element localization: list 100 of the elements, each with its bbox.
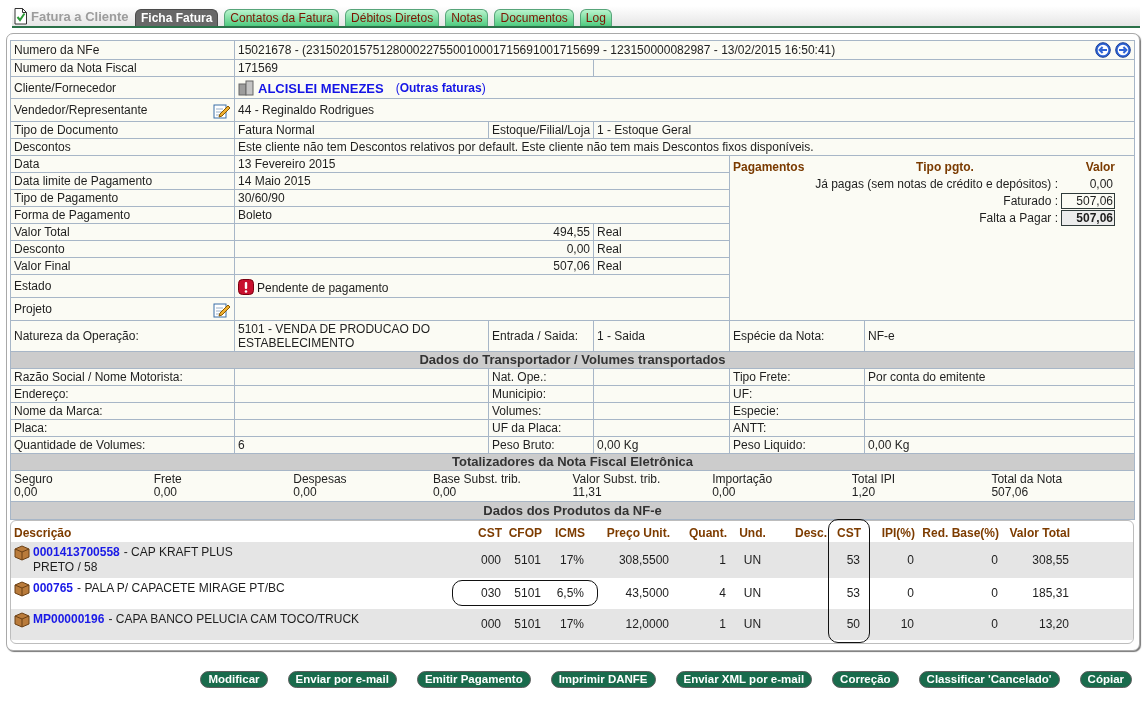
total-value: 0,00 bbox=[293, 486, 317, 499]
field-label: Entrada / Saida: bbox=[488, 320, 594, 352]
payment-value: 0,00 bbox=[1088, 176, 1114, 192]
field-label: Vendedor/Representante bbox=[14, 103, 148, 117]
action-button[interactable]: Imprimir DANFE bbox=[550, 671, 656, 688]
total-value: 0,00 bbox=[153, 486, 178, 499]
amount-value: 494,55 bbox=[234, 223, 594, 241]
table-cell-text: 5101 bbox=[513, 617, 542, 632]
edit-icon[interactable] bbox=[213, 101, 231, 119]
field-value: 1 - Saida bbox=[593, 320, 730, 352]
field-label: Natureza da Operação: bbox=[10, 320, 235, 352]
arrow-right-icon[interactable] bbox=[1115, 42, 1131, 58]
table-cell-text: 185,31 bbox=[1031, 586, 1070, 601]
tab[interactable]: Ficha Fatura bbox=[135, 9, 219, 26]
total-value: 507,06 bbox=[991, 486, 1030, 499]
field-label: Tipo Frete: bbox=[729, 368, 865, 386]
table-cell-text: 5101 bbox=[513, 586, 542, 601]
table-cell-text: 43,5000 bbox=[624, 586, 670, 601]
action-button[interactable]: Enviar XML por e-mail bbox=[675, 671, 813, 688]
field-label: Espécie da Nota: bbox=[729, 320, 865, 352]
table-cell-text: 1 bbox=[718, 552, 727, 568]
action-button[interactable]: Cópiar bbox=[1079, 671, 1132, 688]
table-cell-text: 4 bbox=[718, 586, 727, 601]
product-code-link[interactable]: 000765 bbox=[33, 581, 74, 595]
column-header: IPI(%) bbox=[880, 525, 916, 542]
field-label: Quantidade de Volumes: bbox=[10, 436, 235, 454]
field-value: 0,00 Kg bbox=[864, 436, 1135, 454]
action-button[interactable]: Emitir Pagamento bbox=[416, 671, 531, 688]
column-header: Preço Unit. bbox=[605, 525, 671, 542]
tab[interactable]: Documentos bbox=[494, 9, 574, 26]
field-label: ANTT: bbox=[729, 419, 865, 437]
table-cell-text: 0 bbox=[906, 552, 915, 568]
table-cell-text: 50 bbox=[845, 617, 861, 632]
field-label: UF: bbox=[729, 385, 865, 403]
document-check-icon bbox=[12, 7, 28, 25]
table-cell-text: 030 bbox=[479, 586, 502, 601]
product-code-link[interactable]: 0001413700558 bbox=[33, 545, 120, 559]
field-value: 0,00 Kg bbox=[593, 436, 730, 454]
column-header: Valor Total bbox=[1008, 525, 1071, 542]
field-label: Endereço: bbox=[10, 385, 235, 403]
action-button[interactable]: Classificar 'Cancelado' bbox=[918, 671, 1060, 688]
total-value: 0,00 bbox=[712, 486, 736, 499]
edit-icon[interactable] bbox=[213, 300, 231, 318]
field-label: Nome da Marca: bbox=[10, 402, 235, 420]
total-label: Frete bbox=[153, 473, 183, 486]
table-cell-text: 0 bbox=[906, 586, 915, 601]
tab[interactable]: Notas bbox=[445, 9, 489, 26]
column-header: CST bbox=[477, 525, 503, 542]
field-label: Tipo de Documento bbox=[10, 121, 235, 139]
page-title: Fatura a Cliente bbox=[31, 9, 129, 25]
client-link[interactable]: ALCISLEI MENEZES bbox=[258, 81, 384, 96]
field-label: Data bbox=[10, 155, 235, 173]
field-label: Cliente/Fornecedor bbox=[10, 76, 235, 99]
total-label: Base Subst. trib. bbox=[432, 473, 522, 486]
field-value: Por conta do emitente bbox=[864, 368, 1135, 386]
action-button[interactable]: Correção bbox=[832, 671, 899, 688]
column-header: Quant. bbox=[688, 525, 728, 542]
total-value: 1,20 bbox=[851, 486, 877, 499]
column-header: ICMS bbox=[554, 525, 586, 542]
field-value: 171569 bbox=[234, 59, 594, 77]
field-value: Este cliente não tem Descontos relativos por default. Este cliente não tem mais Descontos fixos disponíveis. bbox=[234, 138, 1135, 156]
action-button[interactable]: Modificar bbox=[200, 671, 268, 688]
total-label: Total da Nota bbox=[991, 473, 1064, 486]
column-header: Desc. bbox=[793, 525, 828, 542]
table-cell-text: UN bbox=[742, 617, 763, 632]
column-header: Descrição bbox=[13, 525, 73, 542]
payment-label: Já pagas (sem notas de crédito e depósitos) : bbox=[815, 177, 1058, 191]
field-value: 5101 - VENDA DE PRODUCAO DO ESTABELECIMENTO bbox=[234, 320, 489, 352]
field-label: Desconto bbox=[10, 240, 235, 258]
table-cell-text: 53 bbox=[845, 586, 861, 601]
field-value: 44 - Reginaldo Rodrigues bbox=[234, 98, 1135, 122]
table-cell-text: 10 bbox=[899, 617, 915, 632]
table-cell-text: 0 bbox=[990, 617, 999, 632]
payment-label: Faturado : bbox=[1003, 194, 1058, 208]
field-label: UF da Placa: bbox=[488, 419, 594, 437]
table-cell-text: 000 bbox=[479, 617, 502, 632]
table-cell-text: 0 bbox=[990, 552, 999, 568]
table-cell-text: 000 bbox=[479, 552, 502, 568]
field-label: Descontos bbox=[10, 138, 235, 156]
arrow-left-icon[interactable] bbox=[1095, 42, 1111, 58]
tab[interactable]: Log bbox=[579, 9, 612, 26]
column-heading: Valor bbox=[1085, 159, 1115, 175]
other-invoices-link[interactable]: (Outras faturas) bbox=[395, 81, 486, 96]
total-label: Despesas bbox=[293, 473, 348, 486]
table-cell-text: 6,5% bbox=[555, 586, 585, 601]
field-label: Estoque/Filial/Loja bbox=[488, 121, 594, 139]
table-cell-text: 5101 bbox=[513, 552, 542, 568]
payment-value: 507,06 bbox=[1061, 210, 1115, 226]
product-description: 000765 - PALA P/ CAPACETE MIRAGE PT/BC bbox=[33, 581, 285, 596]
action-button[interactable]: Enviar por e-mail bbox=[287, 671, 397, 688]
field-value: 15021678 - (23150201575128000227550010001715691001715699 - 123150000082987 - 13/02/2015 16:50:41) bbox=[238, 43, 836, 57]
total-label: Total IPI bbox=[851, 473, 897, 486]
exclamation-icon bbox=[238, 279, 254, 295]
product-code-link[interactable]: MP00000196 bbox=[33, 612, 105, 626]
status-text: Pendente de pagamento bbox=[257, 281, 389, 295]
box-icon bbox=[14, 581, 30, 597]
field-value: NF-e bbox=[864, 320, 1135, 352]
tab[interactable]: Débitos Diretos bbox=[345, 9, 440, 26]
tab[interactable]: Contatos da Fatura bbox=[224, 9, 340, 26]
amount-value: 507,06 bbox=[234, 257, 594, 275]
